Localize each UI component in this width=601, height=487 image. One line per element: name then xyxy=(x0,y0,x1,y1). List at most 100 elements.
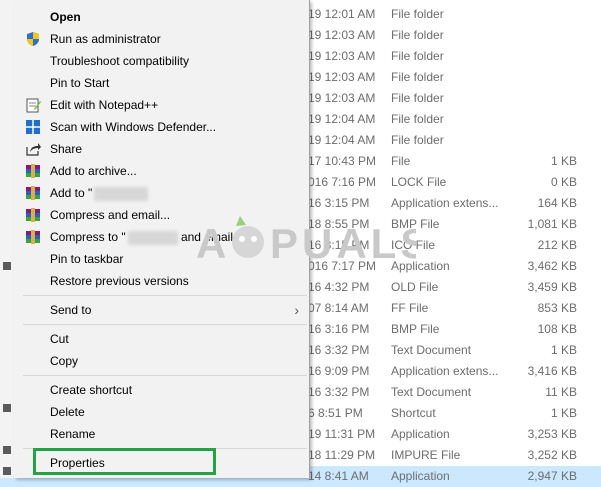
file-type: File folder xyxy=(391,70,444,84)
menu-item-label: Open xyxy=(50,10,81,24)
menu-item-open[interactable]: Open xyxy=(14,6,309,28)
menu-item-label: Scan with Windows Defender... xyxy=(50,120,217,134)
nav-marker xyxy=(3,262,11,270)
menu-item-label: Share xyxy=(50,142,83,156)
file-type: File folder xyxy=(391,112,444,126)
file-size: 3,253 KB xyxy=(527,427,577,441)
file-type: OLD File xyxy=(391,280,439,294)
menu-item-copy[interactable]: Copy xyxy=(14,350,309,372)
menu-item-troubleshoot-compatibility[interactable]: Troubleshoot compatibility xyxy=(14,50,309,72)
menu-item-label: Rename xyxy=(50,427,96,441)
file-size: 3,252 KB xyxy=(527,448,577,462)
file-date-modified: 6 8:51 PM xyxy=(308,406,363,420)
file-size: 1 KB xyxy=(550,343,577,357)
menu-item-edit-with-notepad[interactable]: Edit with Notepad++ xyxy=(14,94,309,116)
file-date-modified: 18 11:29 PM xyxy=(308,448,376,462)
file-type: BMP File xyxy=(391,217,440,231)
file-type: FF File xyxy=(391,301,429,315)
menu-item-label: Copy xyxy=(50,354,79,368)
context-menu: Open Run as administrator Troubleshoot c… xyxy=(14,0,310,478)
file-type: BMP File xyxy=(391,322,440,336)
menu-item-label-suffix: and email xyxy=(177,230,233,244)
file-type: File xyxy=(391,154,411,168)
menu-item-label: Pin to Start xyxy=(50,76,110,90)
redacted-filename xyxy=(94,186,149,201)
file-type: Shortcut xyxy=(391,406,436,420)
nav-marker xyxy=(3,467,11,475)
nav-marker xyxy=(3,404,11,412)
file-date-modified: 17 10:43 PM xyxy=(308,154,377,168)
file-type: Application xyxy=(391,259,450,273)
file-date-modified: 16 3:32 PM xyxy=(308,385,370,399)
file-date-modified: 19 12:03 AM xyxy=(308,70,376,84)
menu-separator xyxy=(23,324,307,325)
file-type: Text Document xyxy=(391,385,472,399)
file-date-modified: 16 3:15 PM xyxy=(308,196,370,210)
file-date-modified: 16 3:15 PM xyxy=(308,238,370,252)
menu-item-pin-to-start[interactable]: Pin to Start xyxy=(14,72,309,94)
file-size xyxy=(500,130,577,151)
file-date-modified: 16 4:32 PM xyxy=(308,280,370,294)
file-size xyxy=(500,46,577,67)
file-type: File folder xyxy=(391,91,444,105)
file-type: File folder xyxy=(391,49,444,63)
chevron-right-icon: › xyxy=(294,302,299,318)
file-size: 3,462 KB xyxy=(527,259,577,273)
menu-item-label-text: Add to " xyxy=(50,186,93,200)
file-type: IMPURE File xyxy=(391,448,461,462)
menu-item-compress-to-and-email[interactable]: Compress to " and email xyxy=(14,226,309,248)
file-size: 1 KB xyxy=(550,154,577,168)
navigation-strip xyxy=(0,0,14,478)
file-type: File folder xyxy=(391,28,444,42)
file-size: 3,416 KB xyxy=(527,364,577,378)
menu-item-restore-previous-versions[interactable]: Restore previous versions xyxy=(14,270,309,292)
menu-item-label: Run as administrator xyxy=(50,32,161,46)
menu-item-label: Pin to taskbar xyxy=(50,252,124,266)
menu-item-send-to[interactable]: Send to › xyxy=(14,299,309,321)
file-date-modified: 016 7:17 PM xyxy=(308,259,377,273)
windows-defender-icon xyxy=(25,119,41,135)
file-date-modified: 16 3:32 PM xyxy=(308,343,370,357)
file-type: Application extens... xyxy=(391,364,499,378)
file-size: 11 KB xyxy=(545,385,577,399)
nav-marker xyxy=(3,446,11,454)
file-size: 2,947 KB xyxy=(527,469,577,483)
winrar-archive-icon xyxy=(25,185,41,201)
winrar-archive-icon xyxy=(25,229,41,245)
menu-item-delete[interactable]: Delete xyxy=(14,401,309,423)
file-size: 1 KB xyxy=(550,406,577,420)
menu-separator xyxy=(23,375,307,376)
menu-separator xyxy=(23,295,307,296)
menu-item-label: Restore previous versions xyxy=(50,274,189,288)
file-type: LOCK File xyxy=(391,175,447,189)
file-date-modified: 19 12:03 AM xyxy=(308,49,376,63)
file-type: Application xyxy=(391,427,450,441)
menu-item-rename[interactable]: Rename xyxy=(14,423,309,445)
menu-item-pin-to-taskbar[interactable]: Pin to taskbar xyxy=(14,248,309,270)
menu-item-label: Create shortcut xyxy=(50,383,133,397)
file-size: 0 KB xyxy=(550,175,577,189)
menu-item-label: Cut xyxy=(50,332,69,346)
file-date-modified: 14 8:41 AM xyxy=(308,469,369,483)
file-size: 853 KB xyxy=(537,301,577,315)
file-date-modified: 19 12:03 AM xyxy=(308,91,376,105)
menu-item-label: Troubleshoot compatibility xyxy=(50,54,189,68)
file-date-modified: 16 9:09 PM xyxy=(308,364,370,378)
file-date-modified: 19 12:01 AM xyxy=(308,7,376,21)
menu-item-add-to-named-archive[interactable]: Add to " xyxy=(14,182,309,204)
file-size: 212 KB xyxy=(537,238,577,252)
menu-item-label: Compress to " and email xyxy=(50,226,233,248)
file-date-modified: 19 12:04 AM xyxy=(308,112,376,126)
properties-highlight-box xyxy=(33,448,216,475)
file-size: 164 KB xyxy=(537,196,577,210)
menu-item-compress-and-email[interactable]: Compress and email... xyxy=(14,204,309,226)
file-date-modified: 19 12:04 AM xyxy=(308,133,376,147)
menu-item-cut[interactable]: Cut xyxy=(14,328,309,350)
menu-item-share[interactable]: Share xyxy=(14,138,309,160)
menu-item-run-as-administrator[interactable]: Run as administrator xyxy=(14,28,309,50)
file-size: 108 KB xyxy=(537,322,577,336)
menu-item-add-to-archive[interactable]: Add to archive... xyxy=(14,160,309,182)
file-size: 1,081 KB xyxy=(527,217,577,231)
menu-item-create-shortcut[interactable]: Create shortcut xyxy=(14,379,309,401)
menu-item-scan-with-windows-defender[interactable]: Scan with Windows Defender... xyxy=(14,116,309,138)
